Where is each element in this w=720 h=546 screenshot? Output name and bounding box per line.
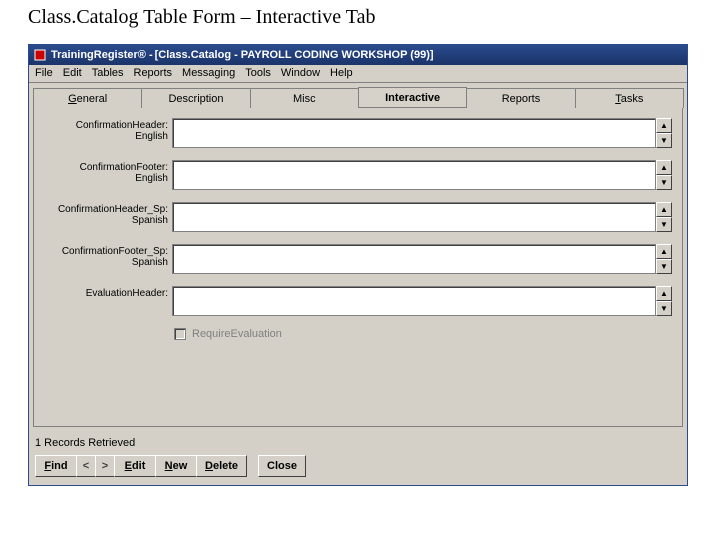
edit-button[interactable]: Edit (114, 455, 156, 477)
input-confirmation-header-sp[interactable] (172, 202, 656, 232)
tab-strip: General Description Misc Interactive Rep… (29, 87, 687, 107)
titlebar-document: [Class.Catalog - PAYROLL CODING WORKSHOP… (155, 49, 434, 61)
status-bar: 1 Records Retrieved (35, 437, 681, 449)
tab-body-interactive: ConfirmationHeader: English ▲ ▼ Confirma… (33, 107, 683, 427)
tab-description[interactable]: Description (141, 88, 250, 108)
checkbox-box-icon (174, 328, 186, 340)
scrollbar-confirmation-header[interactable]: ▲ ▼ (656, 118, 672, 148)
tab-general[interactable]: General (33, 88, 142, 108)
field-confirmation-footer: ConfirmationFooter: English ▲ ▼ (44, 160, 672, 190)
field-confirmation-footer-sp: ConfirmationFooter_Sp: Spanish ▲ ▼ (44, 244, 672, 274)
input-confirmation-header[interactable] (172, 118, 656, 148)
field-confirmation-header: ConfirmationHeader: English ▲ ▼ (44, 118, 672, 148)
titlebar: TrainingRegister® - [Class.Catalog - PAY… (29, 45, 687, 65)
menu-window[interactable]: Window (281, 67, 320, 79)
label-confirmation-footer: ConfirmationFooter: English (44, 160, 172, 184)
document-heading: Class.Catalog Table Form – Interactive T… (28, 6, 720, 29)
prev-record-button[interactable]: < (76, 455, 96, 477)
scroll-down-icon[interactable]: ▼ (656, 259, 672, 274)
scrollbar-confirmation-header-sp[interactable]: ▲ ▼ (656, 202, 672, 232)
menu-messaging[interactable]: Messaging (182, 67, 235, 79)
scroll-up-icon[interactable]: ▲ (656, 202, 672, 217)
button-bar: Find < > Edit New Delete Close (29, 451, 687, 485)
label-evaluation-header: EvaluationHeader: (44, 286, 172, 299)
app-window: TrainingRegister® - [Class.Catalog - PAY… (28, 44, 688, 486)
input-confirmation-footer-sp[interactable] (172, 244, 656, 274)
menu-tables[interactable]: Tables (92, 67, 124, 79)
titlebar-app-name: TrainingRegister® - (51, 49, 153, 61)
menu-help[interactable]: Help (330, 67, 353, 79)
scroll-down-icon[interactable]: ▼ (656, 217, 672, 232)
checkbox-require-evaluation: RequireEvaluation (174, 328, 672, 340)
input-confirmation-footer[interactable] (172, 160, 656, 190)
tab-tasks[interactable]: Tasks (575, 88, 684, 108)
field-evaluation-header: EvaluationHeader: ▲ ▼ (44, 286, 672, 316)
menu-reports[interactable]: Reports (134, 67, 173, 79)
scroll-up-icon[interactable]: ▲ (656, 286, 672, 301)
menubar: File Edit Tables Reports Messaging Tools… (29, 65, 687, 83)
input-evaluation-header[interactable] (172, 286, 656, 316)
checkbox-label: RequireEvaluation (192, 328, 282, 340)
tab-misc[interactable]: Misc (250, 88, 359, 108)
scroll-up-icon[interactable]: ▲ (656, 160, 672, 175)
app-icon (33, 48, 47, 62)
menu-tools[interactable]: Tools (245, 67, 271, 79)
next-record-button[interactable]: > (95, 455, 115, 477)
scrollbar-confirmation-footer-sp[interactable]: ▲ ▼ (656, 244, 672, 274)
label-confirmation-header: ConfirmationHeader: English (44, 118, 172, 142)
tab-reports[interactable]: Reports (466, 88, 575, 108)
close-button[interactable]: Close (258, 455, 306, 477)
delete-button[interactable]: Delete (196, 455, 247, 477)
label-confirmation-header-sp: ConfirmationHeader_Sp: Spanish (44, 202, 172, 226)
scrollbar-evaluation-header[interactable]: ▲ ▼ (656, 286, 672, 316)
scroll-down-icon[interactable]: ▼ (656, 175, 672, 190)
scroll-down-icon[interactable]: ▼ (656, 301, 672, 316)
scroll-up-icon[interactable]: ▲ (656, 244, 672, 259)
label-confirmation-footer-sp: ConfirmationFooter_Sp: Spanish (44, 244, 172, 268)
field-confirmation-header-sp: ConfirmationHeader_Sp: Spanish ▲ ▼ (44, 202, 672, 232)
new-button[interactable]: New (155, 455, 197, 477)
tab-interactive[interactable]: Interactive (358, 87, 467, 107)
scrollbar-confirmation-footer[interactable]: ▲ ▼ (656, 160, 672, 190)
find-button[interactable]: Find (35, 455, 77, 477)
menu-edit[interactable]: Edit (63, 67, 82, 79)
scroll-down-icon[interactable]: ▼ (656, 133, 672, 148)
scroll-up-icon[interactable]: ▲ (656, 118, 672, 133)
menu-file[interactable]: File (35, 67, 53, 79)
